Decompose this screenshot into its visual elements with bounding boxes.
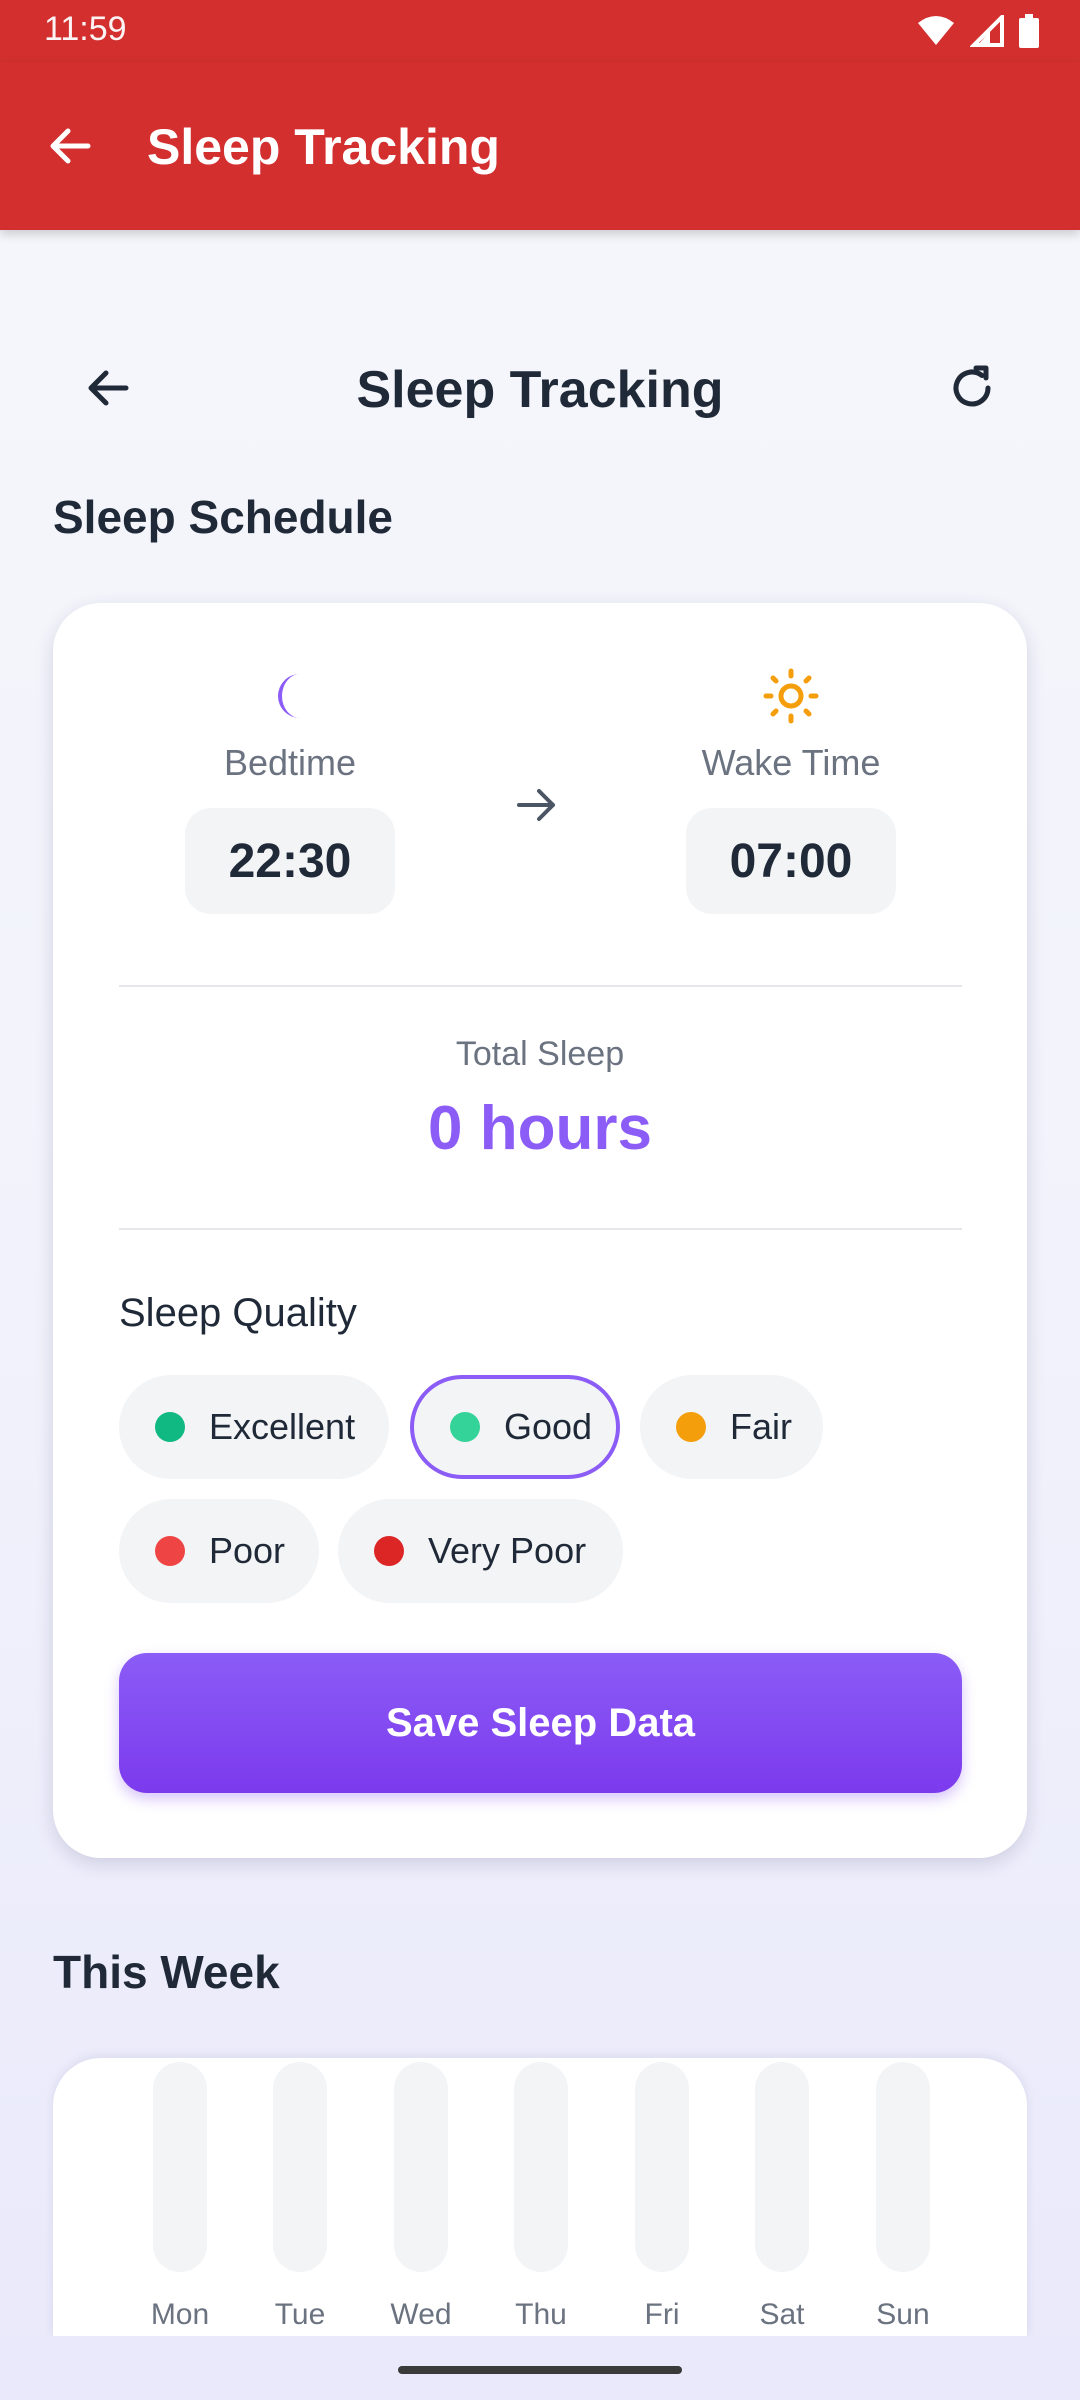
cellular-signal-icon — [970, 15, 1004, 47]
wake-time-column: Wake Time 07:00 — [686, 668, 896, 914]
save-sleep-data-button[interactable]: Save Sleep Data — [119, 1653, 962, 1793]
sleep-bar — [635, 2062, 689, 2272]
app-bar-title: Sleep Tracking — [147, 119, 500, 175]
back-arrow-icon[interactable] — [44, 120, 96, 172]
bedtime-column: Bedtime 22:30 — [185, 668, 395, 914]
day-label: Sat — [759, 2298, 805, 2331]
sleep-schedule-card: Bedtime 22:30 Wake Time 07:00 Total Slee… — [53, 603, 1027, 1858]
quality-chip-very-poor[interactable]: Very Poor — [338, 1499, 623, 1603]
status-bar: 11:59 — [0, 0, 1080, 62]
moon-icon — [278, 674, 300, 718]
this-week-heading: This Week — [53, 1946, 280, 1998]
chip-label: Excellent — [209, 1406, 356, 1447]
status-icons — [916, 14, 1040, 48]
chip-label: Fair — [730, 1406, 792, 1447]
chip-label: Very Poor — [428, 1530, 587, 1571]
day-column-thu: Thu — [514, 2062, 568, 2331]
day-label: Tue — [274, 2298, 326, 2331]
status-time: 11:59 — [44, 10, 127, 48]
day-label: Thu — [515, 2298, 567, 2331]
home-indicator[interactable] — [398, 2366, 682, 2374]
status-dot — [155, 1412, 185, 1442]
weekly-chart-card: Mon Tue Wed Thu Fri Sat Sun — [53, 2058, 1027, 2338]
app-bar: Sleep Tracking — [0, 62, 1080, 230]
wake-time-input[interactable]: 07:00 — [686, 808, 896, 914]
quality-chip-good[interactable]: Good — [410, 1375, 620, 1479]
arrow-right-icon — [517, 789, 555, 821]
divider — [119, 1228, 962, 1230]
sleep-bar — [755, 2062, 809, 2272]
sleep-quality-label: Sleep Quality — [119, 1291, 357, 1335]
refresh-icon[interactable] — [944, 360, 1000, 416]
page-title: Sleep Tracking — [356, 361, 724, 419]
quality-chip-poor[interactable]: Poor — [119, 1499, 319, 1603]
sun-icon — [763, 668, 819, 724]
day-column-tue: Tue — [273, 2062, 327, 2331]
divider — [119, 985, 962, 987]
quality-chip-fair[interactable]: Fair — [640, 1375, 823, 1479]
day-column-wed: Wed — [390, 2062, 452, 2331]
sleep-schedule-heading: Sleep Schedule — [53, 491, 394, 543]
status-dot — [374, 1536, 404, 1566]
day-label: Wed — [390, 2298, 452, 2331]
battery-icon — [1019, 14, 1039, 48]
day-column-fri: Fri — [635, 2062, 689, 2331]
sleep-bar — [394, 2062, 448, 2272]
wifi-icon — [918, 16, 954, 45]
day-column-mon: Mon — [151, 2062, 209, 2331]
chip-label: Poor — [209, 1530, 286, 1571]
chip-label: Good — [504, 1406, 593, 1447]
day-label: Mon — [150, 2298, 210, 2331]
quality-chip-excellent[interactable]: Excellent — [119, 1375, 389, 1479]
sleep-bar — [273, 2062, 327, 2272]
sleep-bar — [514, 2062, 568, 2272]
total-sleep-label: Total Sleep — [455, 1035, 625, 1073]
day-column-sun: Sun — [876, 2062, 930, 2331]
total-sleep-value: 0 hours — [428, 1094, 652, 1163]
status-dot — [155, 1536, 185, 1566]
page-header: Sleep Tracking — [0, 350, 1080, 430]
bedtime-input[interactable]: 22:30 — [185, 808, 395, 914]
wake-time-label: Wake Time — [701, 742, 881, 783]
sleep-bar — [153, 2062, 207, 2272]
day-column-sat: Sat — [755, 2062, 809, 2331]
sleep-bar — [876, 2062, 930, 2272]
status-dot — [450, 1412, 480, 1442]
bedtime-label: Bedtime — [223, 742, 357, 783]
status-dot — [676, 1412, 706, 1442]
day-label: Sun — [876, 2298, 930, 2331]
day-label: Fri — [644, 2298, 680, 2331]
